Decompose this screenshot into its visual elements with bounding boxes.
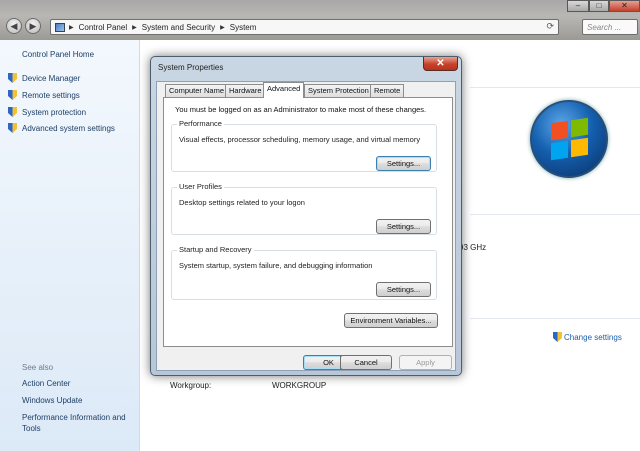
address-bar[interactable]: ▶ Control Panel ▶ System and Security ▶ … xyxy=(50,19,559,35)
breadcrumb-separator[interactable]: ▶ xyxy=(220,24,225,31)
uac-shield-icon xyxy=(8,73,17,83)
performance-settings-button[interactable]: Settings... xyxy=(376,156,431,171)
logo-green-pane xyxy=(571,117,588,138)
performance-description: Visual effects, processor scheduling, me… xyxy=(179,135,421,144)
close-window-button[interactable]: ✕ xyxy=(609,0,640,12)
breadcrumb-separator: ▶ xyxy=(69,24,74,31)
breadcrumb-system-and-security[interactable]: System and Security xyxy=(142,23,215,32)
maximize-button[interactable]: □ xyxy=(589,0,609,12)
windows-logo-icon xyxy=(530,100,608,178)
minimize-button[interactable]: – xyxy=(567,0,589,12)
sidebar-control-panel-home[interactable]: Control Panel Home xyxy=(22,50,94,59)
breadcrumb-control-panel[interactable]: Control Panel xyxy=(79,23,127,32)
forward-button[interactable]: ▶ xyxy=(25,18,41,34)
sidebar-item-system-protection[interactable]: System protection xyxy=(8,107,86,117)
dialog-close-button[interactable]: ✕ xyxy=(423,57,458,71)
sidebar-item-advanced-system-settings[interactable]: Advanced system settings xyxy=(8,123,115,133)
sidebar-item-remote-settings[interactable]: Remote settings xyxy=(8,90,80,100)
uac-shield-icon xyxy=(8,123,17,133)
section-divider xyxy=(470,318,640,319)
sidebar-item-label: System protection xyxy=(22,107,87,117)
section-divider xyxy=(470,87,640,88)
user-profiles-settings-button[interactable]: Settings... xyxy=(376,219,431,234)
startup-recovery-description: System startup, system failure, and debu… xyxy=(179,261,373,270)
logo-blue-pane xyxy=(551,140,568,161)
startup-recovery-settings-button[interactable]: Settings... xyxy=(376,282,431,297)
user-profiles-group: User Profiles Desktop settings related t… xyxy=(171,182,437,235)
refresh-icon[interactable]: ⟳ xyxy=(546,21,554,32)
system-properties-dialog: System Properties ✕ Computer Name Hardwa… xyxy=(150,56,462,376)
sidebar-item-device-manager[interactable]: Device Manager xyxy=(8,73,80,83)
control-panel-icon xyxy=(55,22,65,32)
change-settings-link[interactable]: Change settings xyxy=(553,332,622,342)
tab-computer-name[interactable]: Computer Name xyxy=(165,84,229,97)
startup-recovery-title: Startup and Recovery xyxy=(177,245,254,254)
performance-title: Performance xyxy=(177,119,224,128)
startup-recovery-group: Startup and Recovery System startup, sys… xyxy=(171,245,437,300)
logo-yellow-pane xyxy=(571,137,588,158)
workgroup-label: Workgroup: xyxy=(170,381,212,390)
back-button[interactable]: ◀ xyxy=(6,18,22,34)
section-divider xyxy=(470,214,640,215)
processor-speed: 93 GHz xyxy=(459,243,487,252)
workgroup-value: WORKGROUP xyxy=(272,381,327,390)
uac-shield-icon xyxy=(8,90,17,100)
tab-remote[interactable]: Remote xyxy=(370,84,405,97)
window-titlebar: ◀ ▶ ▶ Control Panel ▶ System and Securit… xyxy=(0,0,640,40)
tab-system-protection[interactable]: System Protection xyxy=(304,84,373,97)
user-profiles-description: Desktop settings related to your logon xyxy=(179,198,305,207)
see-also-heading: See also xyxy=(22,363,54,372)
search-input[interactable]: Search ... xyxy=(582,19,638,35)
sidebar-link-windows-update[interactable]: Windows Update xyxy=(22,396,82,405)
change-settings-label: Change settings xyxy=(564,332,622,342)
sidebar-item-label: Advanced system settings xyxy=(22,123,115,133)
apply-button[interactable]: Apply xyxy=(399,355,452,370)
breadcrumb-system[interactable]: System xyxy=(230,23,257,32)
tab-hardware[interactable]: Hardware xyxy=(225,84,266,97)
sidebar: Control Panel Home Device Manager Remote… xyxy=(0,40,140,451)
cancel-button[interactable]: Cancel xyxy=(340,355,392,370)
tab-advanced[interactable]: Advanced xyxy=(263,82,305,98)
breadcrumb-separator[interactable]: ▶ xyxy=(132,24,137,31)
admin-message: You must be logged on as an Administrato… xyxy=(175,105,427,114)
performance-group: Performance Visual effects, processor sc… xyxy=(171,119,437,172)
logo-red-pane xyxy=(551,120,568,141)
environment-variables-button[interactable]: Environment Variables... xyxy=(344,313,438,328)
user-profiles-title: User Profiles xyxy=(177,182,224,191)
sidebar-link-performance-tools[interactable]: Tools xyxy=(22,424,41,433)
uac-shield-icon xyxy=(8,107,17,117)
sidebar-link-action-center[interactable]: Action Center xyxy=(22,379,70,388)
dialog-title: System Properties xyxy=(158,63,224,72)
uac-shield-icon xyxy=(553,332,562,342)
sidebar-item-label: Device Manager xyxy=(22,73,81,83)
sidebar-link-performance-info[interactable]: Performance Information and xyxy=(22,413,126,422)
sidebar-item-label: Remote settings xyxy=(22,90,80,100)
